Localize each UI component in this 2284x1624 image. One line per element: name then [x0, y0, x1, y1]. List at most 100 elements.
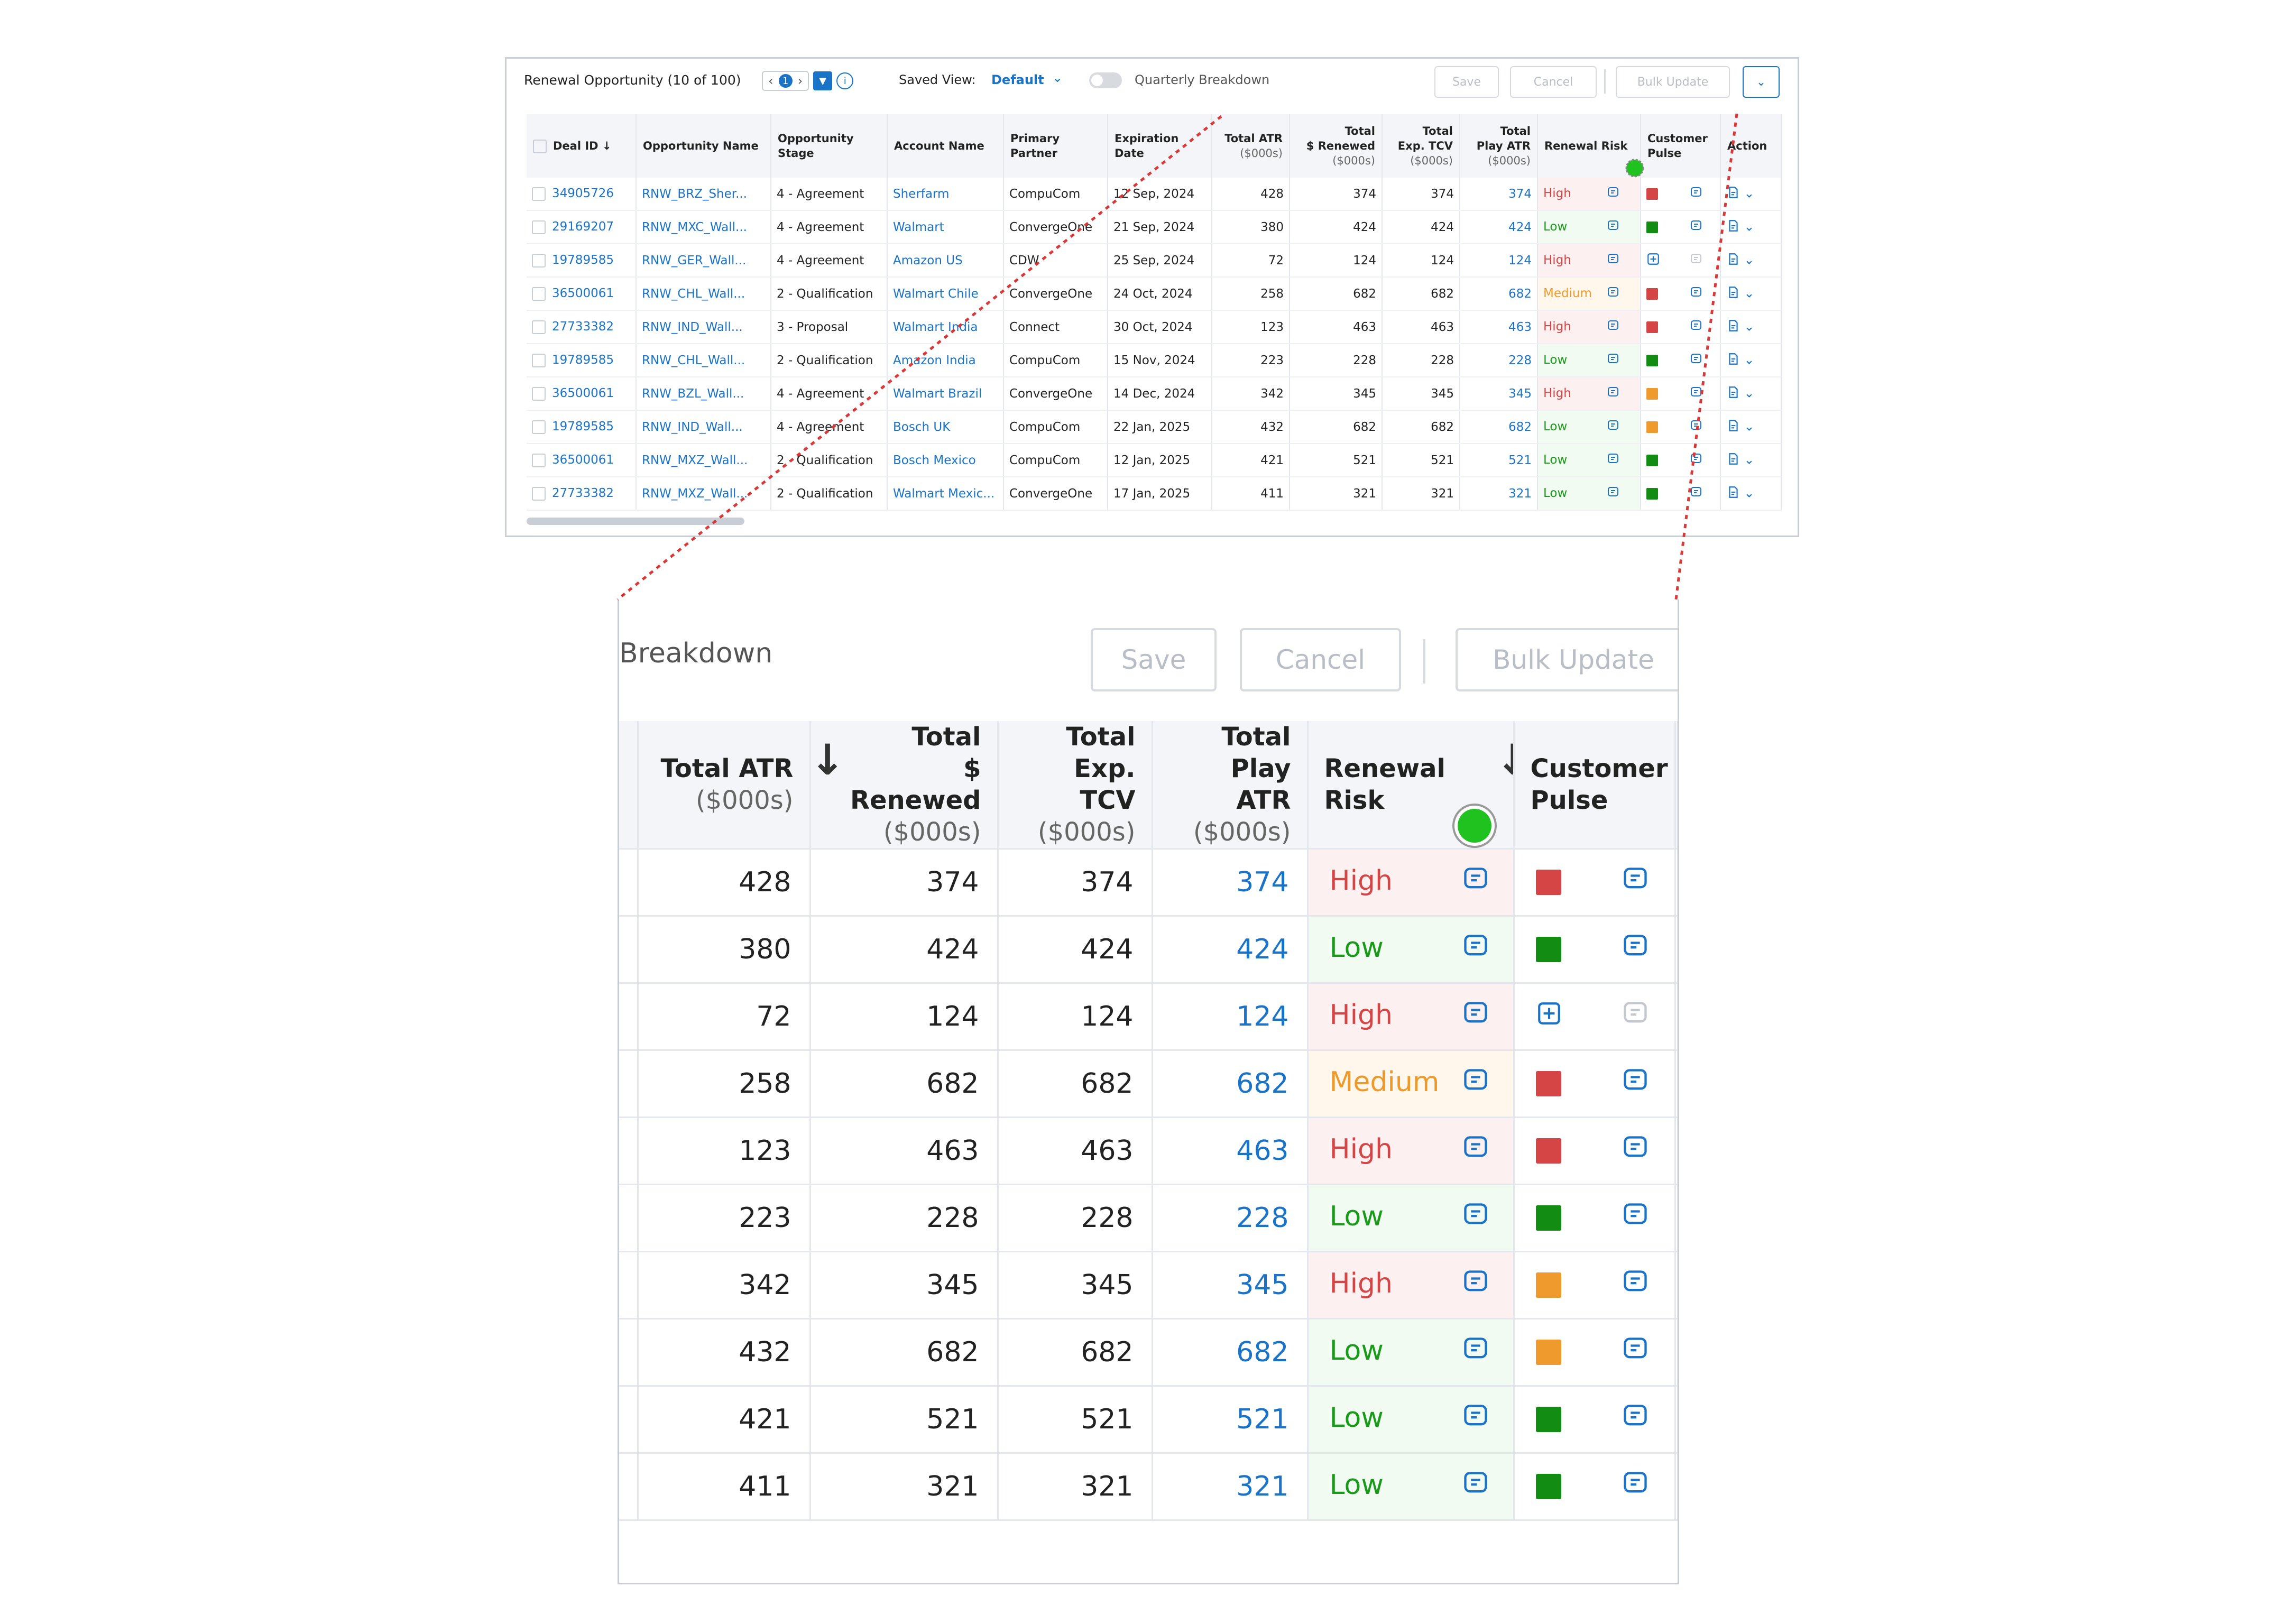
total-play-atr-link[interactable]: 374: [1152, 848, 1309, 917]
deal-id-link[interactable]: 19789585: [552, 253, 614, 267]
deal-id-cell[interactable]: 19789585: [527, 244, 637, 278]
table-row[interactable]: 380 424 424 424 Low: [619, 916, 1678, 984]
total-play-atr-link[interactable]: 321: [1460, 477, 1538, 511]
note-icon[interactable]: [1607, 253, 1619, 269]
note-icon[interactable]: [1622, 1134, 1649, 1168]
table-row[interactable]: 36500061 RNW_BZL_Wall... 4 - Agreement W…: [527, 377, 1782, 411]
save-button-zoomed[interactable]: Save: [1091, 628, 1217, 691]
table-row[interactable]: 432 682 682 682 Low: [619, 1318, 1678, 1387]
table-row[interactable]: 29169207 RNW_MXC_Wall... 4 - Agreement W…: [527, 210, 1782, 244]
document-icon[interactable]: [1726, 285, 1740, 302]
note-icon[interactable]: [1462, 1000, 1489, 1034]
table-row[interactable]: 421 521 521 521 Low: [619, 1386, 1678, 1454]
note-icon[interactable]: [1607, 286, 1619, 302]
row-checkbox[interactable]: [532, 253, 546, 267]
total-play-atr-link[interactable]: 345: [1152, 1251, 1309, 1320]
header-customer-pulse[interactable]: Customer Pulse: [1641, 114, 1721, 178]
opportunity-name-link[interactable]: RNW_CHL_Wall...: [636, 277, 771, 311]
note-icon[interactable]: [1607, 419, 1619, 435]
opportunity-name-link[interactable]: RNW_GER_Wall...: [636, 244, 771, 278]
chevron-down-icon[interactable]: ⌄: [1744, 219, 1754, 234]
opportunity-name-link[interactable]: RNW_BRZ_Sher...: [636, 178, 771, 211]
next-page-icon[interactable]: ›: [798, 73, 803, 88]
add-pulse-icon[interactable]: [1536, 1000, 1562, 1034]
account-name-link[interactable]: Bosch UK: [887, 410, 1004, 444]
header-opportunity-stage[interactable]: Opportunity Stage: [771, 114, 888, 178]
note-icon[interactable]: [1690, 319, 1702, 335]
note-icon[interactable]: [1622, 1000, 1649, 1034]
deal-id-cell[interactable]: 36500061: [527, 377, 637, 411]
chevron-down-icon[interactable]: ⌄: [1744, 186, 1754, 200]
table-row[interactable]: 36500061 RNW_MXZ_Wall... 2 - Qualificati…: [527, 444, 1782, 477]
table-row[interactable]: 19789585 RNW_CHL_Wall... 2 - Qualificati…: [527, 344, 1782, 377]
bulk-update-button-zoomed[interactable]: Bulk Update: [1456, 628, 1678, 691]
document-icon[interactable]: [1726, 485, 1740, 502]
header-total-play-atr[interactable]: Total Play ATR ($000s): [1460, 114, 1538, 178]
note-icon[interactable]: [1622, 1402, 1649, 1437]
header-opportunity-name[interactable]: Opportunity Name: [636, 114, 771, 178]
total-play-atr-link[interactable]: 521: [1152, 1386, 1309, 1454]
account-name-link[interactable]: Amazon India: [887, 344, 1004, 377]
deal-id-cell[interactable]: 34905726: [527, 178, 637, 211]
note-icon[interactable]: [1622, 1201, 1649, 1235]
page-dropdown-icon[interactable]: ▼: [813, 71, 833, 90]
cancel-button-zoomed[interactable]: Cancel: [1240, 628, 1401, 691]
account-name-link[interactable]: Walmart Brazil: [887, 377, 1004, 411]
chevron-down-icon[interactable]: ⌄: [1744, 385, 1754, 400]
note-icon[interactable]: [1462, 1402, 1489, 1437]
row-checkbox[interactable]: [532, 420, 546, 434]
total-play-atr-link[interactable]: 521: [1460, 444, 1538, 477]
total-play-atr-link[interactable]: 682: [1152, 1318, 1309, 1387]
deal-id-link[interactable]: 29169207: [552, 220, 614, 234]
account-name-link[interactable]: Amazon US: [887, 244, 1004, 278]
opportunity-name-link[interactable]: RNW_MXC_Wall...: [636, 210, 771, 244]
note-icon[interactable]: [1622, 933, 1649, 967]
deal-id-link[interactable]: 36500061: [552, 287, 614, 300]
note-icon[interactable]: [1622, 1268, 1649, 1303]
note-icon[interactable]: [1622, 1335, 1649, 1370]
row-checkbox[interactable]: [532, 220, 546, 234]
note-icon[interactable]: [1462, 1470, 1489, 1504]
opportunity-name-link[interactable]: RNW_MXZ_Wall...: [636, 444, 771, 477]
note-icon[interactable]: [1690, 453, 1702, 468]
note-icon[interactable]: [1462, 1201, 1489, 1235]
opportunity-name-link[interactable]: RNW_CHL_Wall...: [636, 344, 771, 377]
deal-id-cell[interactable]: 27733382: [527, 477, 637, 511]
deal-id-link[interactable]: 36500061: [552, 453, 614, 467]
horizontal-scrollbar[interactable]: [527, 518, 744, 525]
total-play-atr-link[interactable]: 321: [1152, 1453, 1309, 1521]
deal-id-cell[interactable]: 29169207: [527, 210, 637, 244]
chevron-down-icon[interactable]: ⌄: [1744, 485, 1754, 500]
header-total-play-atr-zoomed[interactable]: Total Play ATR ($000s): [1152, 721, 1309, 850]
header-primary-partner[interactable]: Primary Partner: [1003, 114, 1108, 178]
row-checkbox[interactable]: [532, 187, 546, 201]
total-play-atr-link[interactable]: 228: [1460, 344, 1538, 377]
note-icon[interactable]: [1622, 1470, 1649, 1504]
table-row[interactable]: 223 228 228 228 Low: [619, 1184, 1678, 1252]
table-row[interactable]: 34905726 RNW_BRZ_Sher... 4 - Agreement S…: [527, 178, 1782, 211]
total-play-atr-link[interactable]: 682: [1460, 410, 1538, 444]
header-expiration-date[interactable]: Expiration Date: [1108, 114, 1212, 178]
total-play-atr-link[interactable]: 463: [1460, 310, 1538, 344]
deal-id-cell[interactable]: 19789585: [527, 344, 637, 377]
table-row[interactable]: 72 124 124 124 High: [619, 983, 1678, 1051]
opportunity-name-link[interactable]: RNW_BZL_Wall...: [636, 377, 771, 411]
total-play-atr-link[interactable]: 228: [1152, 1184, 1309, 1252]
chevron-down-icon[interactable]: ⌄: [1744, 352, 1754, 367]
note-icon[interactable]: [1607, 353, 1619, 368]
note-icon[interactable]: [1690, 286, 1702, 302]
deal-id-cell[interactable]: 27733382: [527, 310, 637, 344]
info-icon[interactable]: i: [836, 72, 854, 89]
header-total-atr[interactable]: Total ATR ($000s): [1212, 114, 1290, 178]
header-renewal-risk[interactable]: Renewal Risk: [1537, 114, 1641, 178]
table-row[interactable]: 19789585 RNW_IND_Wall... 4 - Agreement B…: [527, 410, 1782, 444]
save-button[interactable]: Save: [1434, 66, 1499, 98]
total-play-atr-link[interactable]: 424: [1460, 210, 1538, 244]
deal-id-link[interactable]: 36500061: [552, 386, 614, 400]
account-name-link[interactable]: Walmart Chile: [887, 277, 1004, 311]
chevron-down-icon[interactable]: ⌄: [1744, 319, 1754, 334]
document-icon[interactable]: [1726, 186, 1740, 202]
opportunity-name-link[interactable]: RNW_IND_Wall...: [636, 410, 771, 444]
document-icon[interactable]: [1726, 219, 1740, 236]
account-name-link[interactable]: Bosch Mexico: [887, 444, 1004, 477]
